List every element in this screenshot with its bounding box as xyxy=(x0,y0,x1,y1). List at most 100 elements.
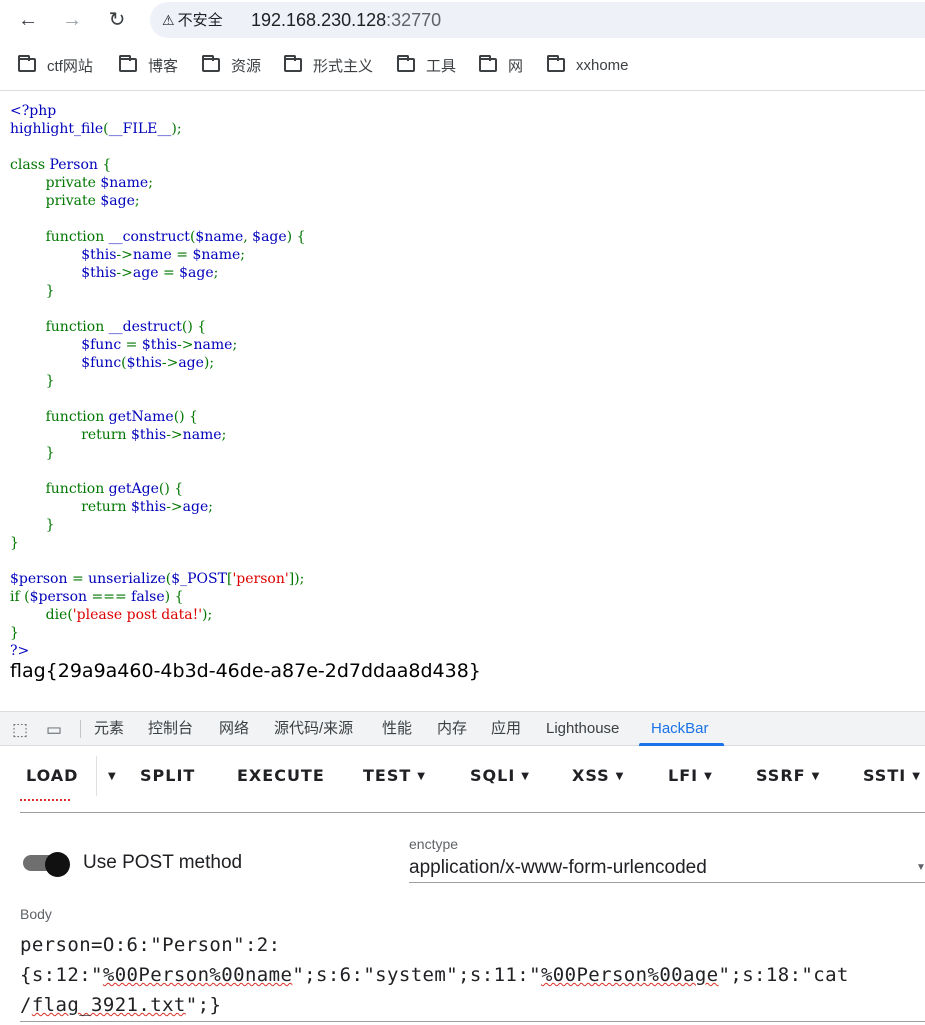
tab-application[interactable]: 应用 xyxy=(491,720,521,738)
code-token: $this xyxy=(130,427,167,443)
flag-output: flag{29a9a460-4b3d-46de-a87e-2d7ddaa8d43… xyxy=(10,660,481,682)
code-token: -> xyxy=(166,427,183,443)
code-line: <?php xyxy=(10,102,306,120)
url-field-underline[interactable] xyxy=(20,812,925,813)
body-line: /flag_3921.txt";} xyxy=(20,994,222,1016)
tab-elements[interactable]: 元素 xyxy=(94,720,124,738)
ssti-menu-button[interactable]: SSTI ▼ xyxy=(863,766,921,787)
code-token: ; xyxy=(221,427,227,443)
tab-sources[interactable]: 源代码/来源 xyxy=(274,720,353,738)
xss-menu-button[interactable]: XSS ▼ xyxy=(572,766,624,787)
url-text[interactable]: 192.168.230.128:32770 xyxy=(251,9,441,31)
code-token: { xyxy=(102,157,112,173)
code-line: } xyxy=(10,516,306,534)
code-line: $this->age = $age; xyxy=(10,264,306,282)
caret-down-icon: ▼ xyxy=(615,771,625,782)
code-line: $func($this->age); xyxy=(10,354,306,372)
chevron-down-icon[interactable]: ▼ xyxy=(916,862,925,873)
toolbar-divider xyxy=(96,756,97,796)
code-line: } xyxy=(10,372,306,390)
code-token: } xyxy=(10,373,55,389)
tab-memory[interactable]: 内存 xyxy=(437,720,467,738)
folder-icon xyxy=(202,55,220,72)
bookmark-folder[interactable]: 工具 xyxy=(397,54,456,76)
tab-hackbar[interactable]: HackBar xyxy=(651,720,709,738)
bookmark-folder[interactable]: 形式主义 xyxy=(284,54,373,76)
tab-console[interactable]: 控制台 xyxy=(148,720,193,738)
forward-arrow-icon[interactable]: → xyxy=(58,6,86,34)
code-token: } xyxy=(10,283,55,299)
tab-performance[interactable]: 性能 xyxy=(382,720,412,738)
devtools-tabbar: ⬚ ▭ 元素 控制台 网络 源代码/来源 性能 内存 应用 Lighthouse… xyxy=(0,711,925,746)
enctype-select[interactable]: application/x-www-form-urlencoded xyxy=(409,856,707,880)
code-token: = xyxy=(162,265,180,281)
code-token: age xyxy=(182,499,209,515)
code-token: ; xyxy=(134,193,140,209)
tab-network[interactable]: 网络 xyxy=(219,720,249,738)
code-token: age xyxy=(178,355,204,371)
code-token: () { xyxy=(181,319,207,335)
code-token: Person xyxy=(49,157,103,173)
code-line: ?> xyxy=(10,642,306,660)
code-line: private $age; xyxy=(10,192,306,210)
code-token: = xyxy=(71,571,89,587)
address-bar[interactable]: ⚠ 不安全 192.168.230.128:32770 xyxy=(150,2,925,38)
bookmark-folder[interactable]: 博客 xyxy=(119,54,178,76)
body-label: Body xyxy=(20,906,52,922)
post-method-toggle[interactable] xyxy=(23,852,71,877)
code-line: } xyxy=(10,624,306,642)
enctype-label: enctype xyxy=(409,836,459,852)
code-token: } xyxy=(10,445,55,461)
code-token: 'please post data!' xyxy=(72,607,203,623)
browser-toolbar: ← → ↻ ⚠ 不安全 192.168.230.128:32770 xyxy=(0,0,925,40)
folder-icon xyxy=(397,55,415,72)
code-token: $age xyxy=(100,193,135,209)
code-token: $this xyxy=(10,247,117,263)
tab-lighthouse[interactable]: Lighthouse xyxy=(546,720,619,738)
code-token: $age xyxy=(252,229,287,245)
code-token: class xyxy=(10,157,50,173)
inspect-element-icon[interactable]: ⬚ xyxy=(12,720,28,740)
code-line: $this->name = $name; xyxy=(10,246,306,264)
code-line: function __destruct() { xyxy=(10,318,306,336)
code-token: 'person' xyxy=(232,571,289,587)
device-toolbar-icon[interactable]: ▭ xyxy=(46,720,62,740)
lfi-menu-button[interactable]: LFI ▼ xyxy=(668,766,713,787)
bookmark-folder[interactable]: 资源 xyxy=(202,54,261,76)
code-token: -> xyxy=(116,265,133,281)
execute-button[interactable]: EXECUTE xyxy=(237,766,325,786)
back-arrow-icon[interactable]: ← xyxy=(14,6,42,34)
code-line: private $name; xyxy=(10,174,306,192)
sqli-menu-button[interactable]: SQLI ▼ xyxy=(470,766,530,787)
bookmark-folder[interactable]: xxhome xyxy=(547,54,629,76)
code-token: $age xyxy=(179,265,214,281)
code-line: function __construct($name, $age) { xyxy=(10,228,306,246)
body-textarea[interactable]: person=O:6:"Person":2: {s:12:"%00Person%0… xyxy=(20,930,920,1020)
reload-icon[interactable]: ↻ xyxy=(103,6,131,34)
code-token: <?php xyxy=(10,103,57,119)
tab-divider xyxy=(80,720,81,738)
split-button[interactable]: SPLIT xyxy=(140,766,195,786)
ssrf-menu-button[interactable]: SSRF ▼ xyxy=(756,766,820,787)
code-token: private xyxy=(10,193,101,209)
caret-down-icon: ▼ xyxy=(912,771,921,782)
code-token: return xyxy=(10,499,131,515)
post-method-label: Use POST method xyxy=(83,852,243,873)
code-token: ); xyxy=(171,121,182,137)
load-button[interactable]: LOAD xyxy=(26,766,78,786)
bookmark-folder[interactable]: 网 xyxy=(479,54,523,76)
code-token: name xyxy=(193,337,233,353)
security-indicator[interactable]: ⚠ 不安全 xyxy=(162,10,223,31)
code-token: __construct xyxy=(108,229,190,245)
toggle-knob xyxy=(45,852,70,877)
bookmark-folder[interactable]: ctf网站 xyxy=(18,54,93,76)
enctype-underline xyxy=(409,882,925,883)
load-dropdown-button[interactable]: ▼ xyxy=(102,766,117,787)
code-token: ; xyxy=(208,499,213,515)
test-menu-button[interactable]: TEST ▼ xyxy=(363,766,426,787)
code-token: function xyxy=(10,319,109,335)
code-line: class Person { xyxy=(10,156,306,174)
